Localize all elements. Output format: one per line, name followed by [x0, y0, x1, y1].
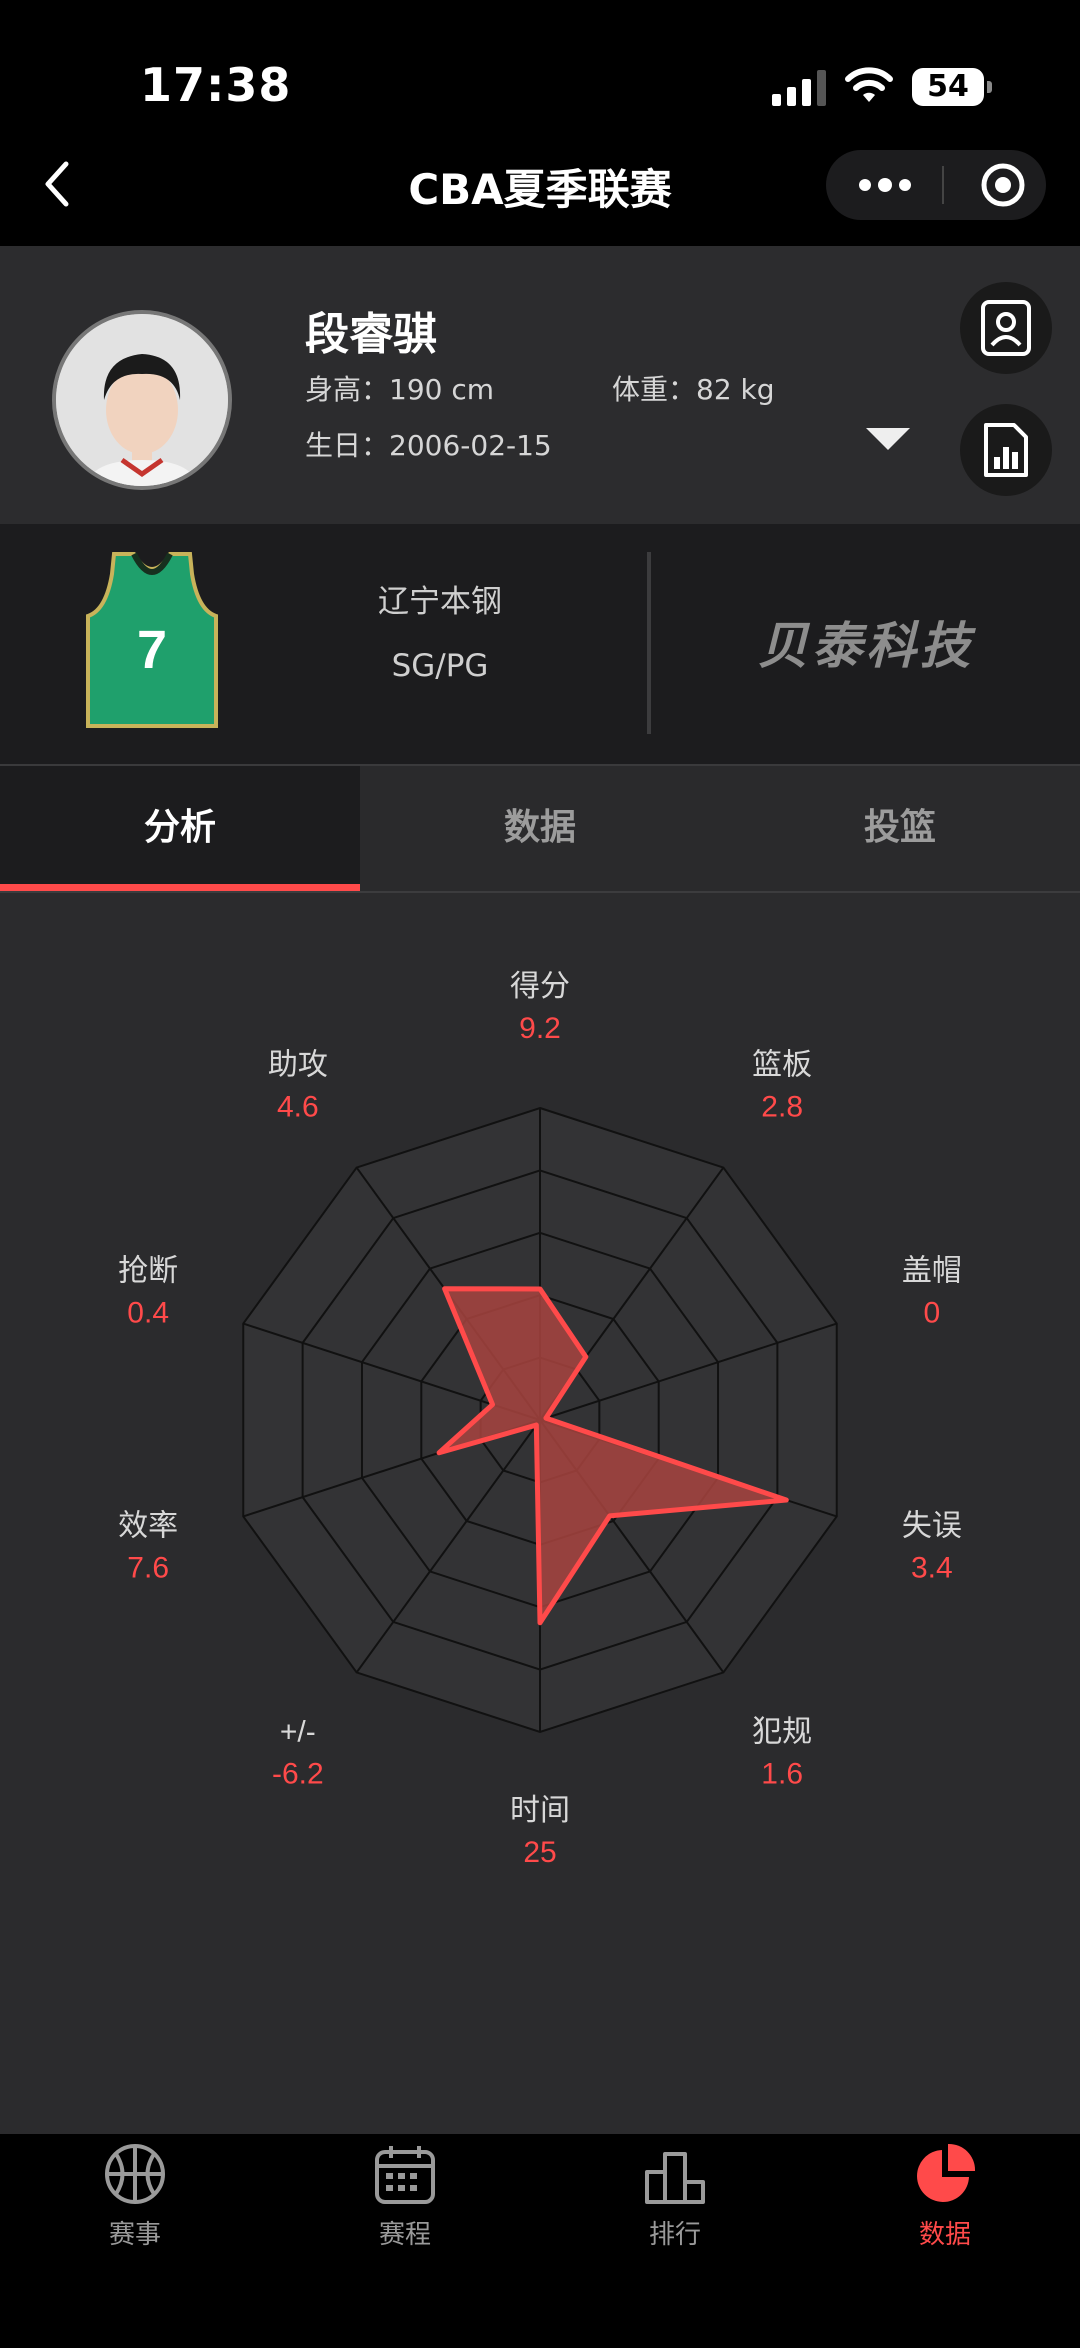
radar-axis-value: 7.6 — [127, 1551, 169, 1584]
birthday-value: 2006-02-15 — [389, 429, 552, 462]
status-time: 17:38 — [140, 58, 292, 112]
height-value: 190 cm — [389, 373, 495, 406]
radar-axis-label: 犯规 — [752, 1715, 812, 1748]
expand-arrow-icon[interactable] — [866, 428, 910, 450]
player-name: 段睿骐 — [305, 309, 437, 360]
more-options-icon[interactable] — [858, 178, 912, 192]
weight-label: 体重： — [612, 373, 697, 406]
active-tab-indicator — [0, 884, 360, 891]
radar-axis-value: 0 — [923, 1297, 940, 1330]
height-row: 身高：190 cm — [305, 368, 494, 408]
calendar-icon — [375, 2146, 435, 2204]
tab-analysis[interactable]: 分析 — [0, 766, 360, 890]
nav-data-label: 数据 — [918, 2220, 971, 2250]
height-label: 身高： — [305, 373, 390, 406]
radar-axis-value: 3.4 — [911, 1551, 953, 1584]
tab-shooting[interactable]: 投篮 — [720, 766, 1080, 890]
nav-schedule-label: 赛程 — [378, 2220, 431, 2250]
radar-axis-label: 时间 — [510, 1794, 570, 1827]
player-position: SG/PG — [391, 648, 489, 684]
tab-bar: 分析 数据 投篮 — [0, 764, 1080, 892]
radar-axis-label: 篮板 — [752, 1049, 812, 1082]
team-name: 辽宁本钢 — [378, 584, 502, 620]
id-card-icon — [981, 300, 1031, 356]
player-stats-button[interactable] — [960, 404, 1052, 496]
radar-axis-value: 25 — [523, 1836, 556, 1869]
nav-ranking[interactable]: 排行 — [540, 2142, 810, 2251]
report-chart-icon — [984, 423, 1028, 477]
radar-axis-value: 9.2 — [519, 1012, 561, 1045]
birthday-label: 生日： — [305, 429, 390, 462]
close-mini-program-icon[interactable] — [980, 162, 1026, 208]
radar-axis-label: +/- — [280, 1715, 316, 1748]
radar-axis-label: 效率 — [118, 1509, 178, 1542]
wifi-icon — [845, 67, 893, 102]
battery-indicator: 54 — [912, 68, 992, 106]
jersey-number: 7 — [137, 620, 167, 680]
nav-events[interactable]: 赛事 — [0, 2142, 270, 2251]
nav-schedule[interactable]: 赛程 — [270, 2142, 540, 2251]
radar-axis-label: 助攻 — [268, 1049, 328, 1082]
jersey-icon: 7 — [86, 552, 218, 728]
nav-data[interactable]: 数据 — [810, 2142, 1080, 2251]
player-card-button[interactable] — [960, 282, 1052, 374]
basketball-icon — [105, 2144, 165, 2204]
player-avatar — [52, 310, 232, 490]
pie-chart-icon — [917, 2143, 976, 2202]
radar-chart: 得分 9.2 篮板 2.8 盖帽 0 失误 3.4 犯规 1.6 时间 25 +/- -6.2 效率 7.6 抢… — [118, 970, 962, 1869]
nav-events-label: 赛事 — [108, 2220, 161, 2250]
weight-row: 体重：82 kg — [612, 368, 775, 408]
radar-axis-label: 得分 — [510, 970, 570, 1003]
divider — [647, 552, 651, 734]
sponsor-logo: 贝泰科技 — [758, 617, 974, 675]
radar-axis-value: 1.6 — [761, 1757, 803, 1790]
radar-axis-value: 4.6 — [277, 1091, 319, 1124]
ranking-icon — [645, 2152, 705, 2204]
tab-data[interactable]: 数据 — [360, 766, 720, 890]
weight-value: 82 kg — [696, 373, 775, 406]
nav-ranking-label: 排行 — [648, 2220, 701, 2250]
radar-axis-label: 失误 — [902, 1509, 962, 1542]
tab-divider — [0, 891, 1080, 893]
radar-axis-label: 抢断 — [118, 1255, 178, 1288]
cellular-signal-icon — [772, 70, 826, 106]
radar-axis-value: 0.4 — [127, 1297, 169, 1330]
radar-axis-value: 2.8 — [761, 1091, 803, 1124]
radar-axis-value: -6.2 — [272, 1757, 324, 1790]
radar-axis-label: 盖帽 — [902, 1255, 962, 1288]
birthday-row: 生日：2006-02-15 — [305, 424, 552, 464]
